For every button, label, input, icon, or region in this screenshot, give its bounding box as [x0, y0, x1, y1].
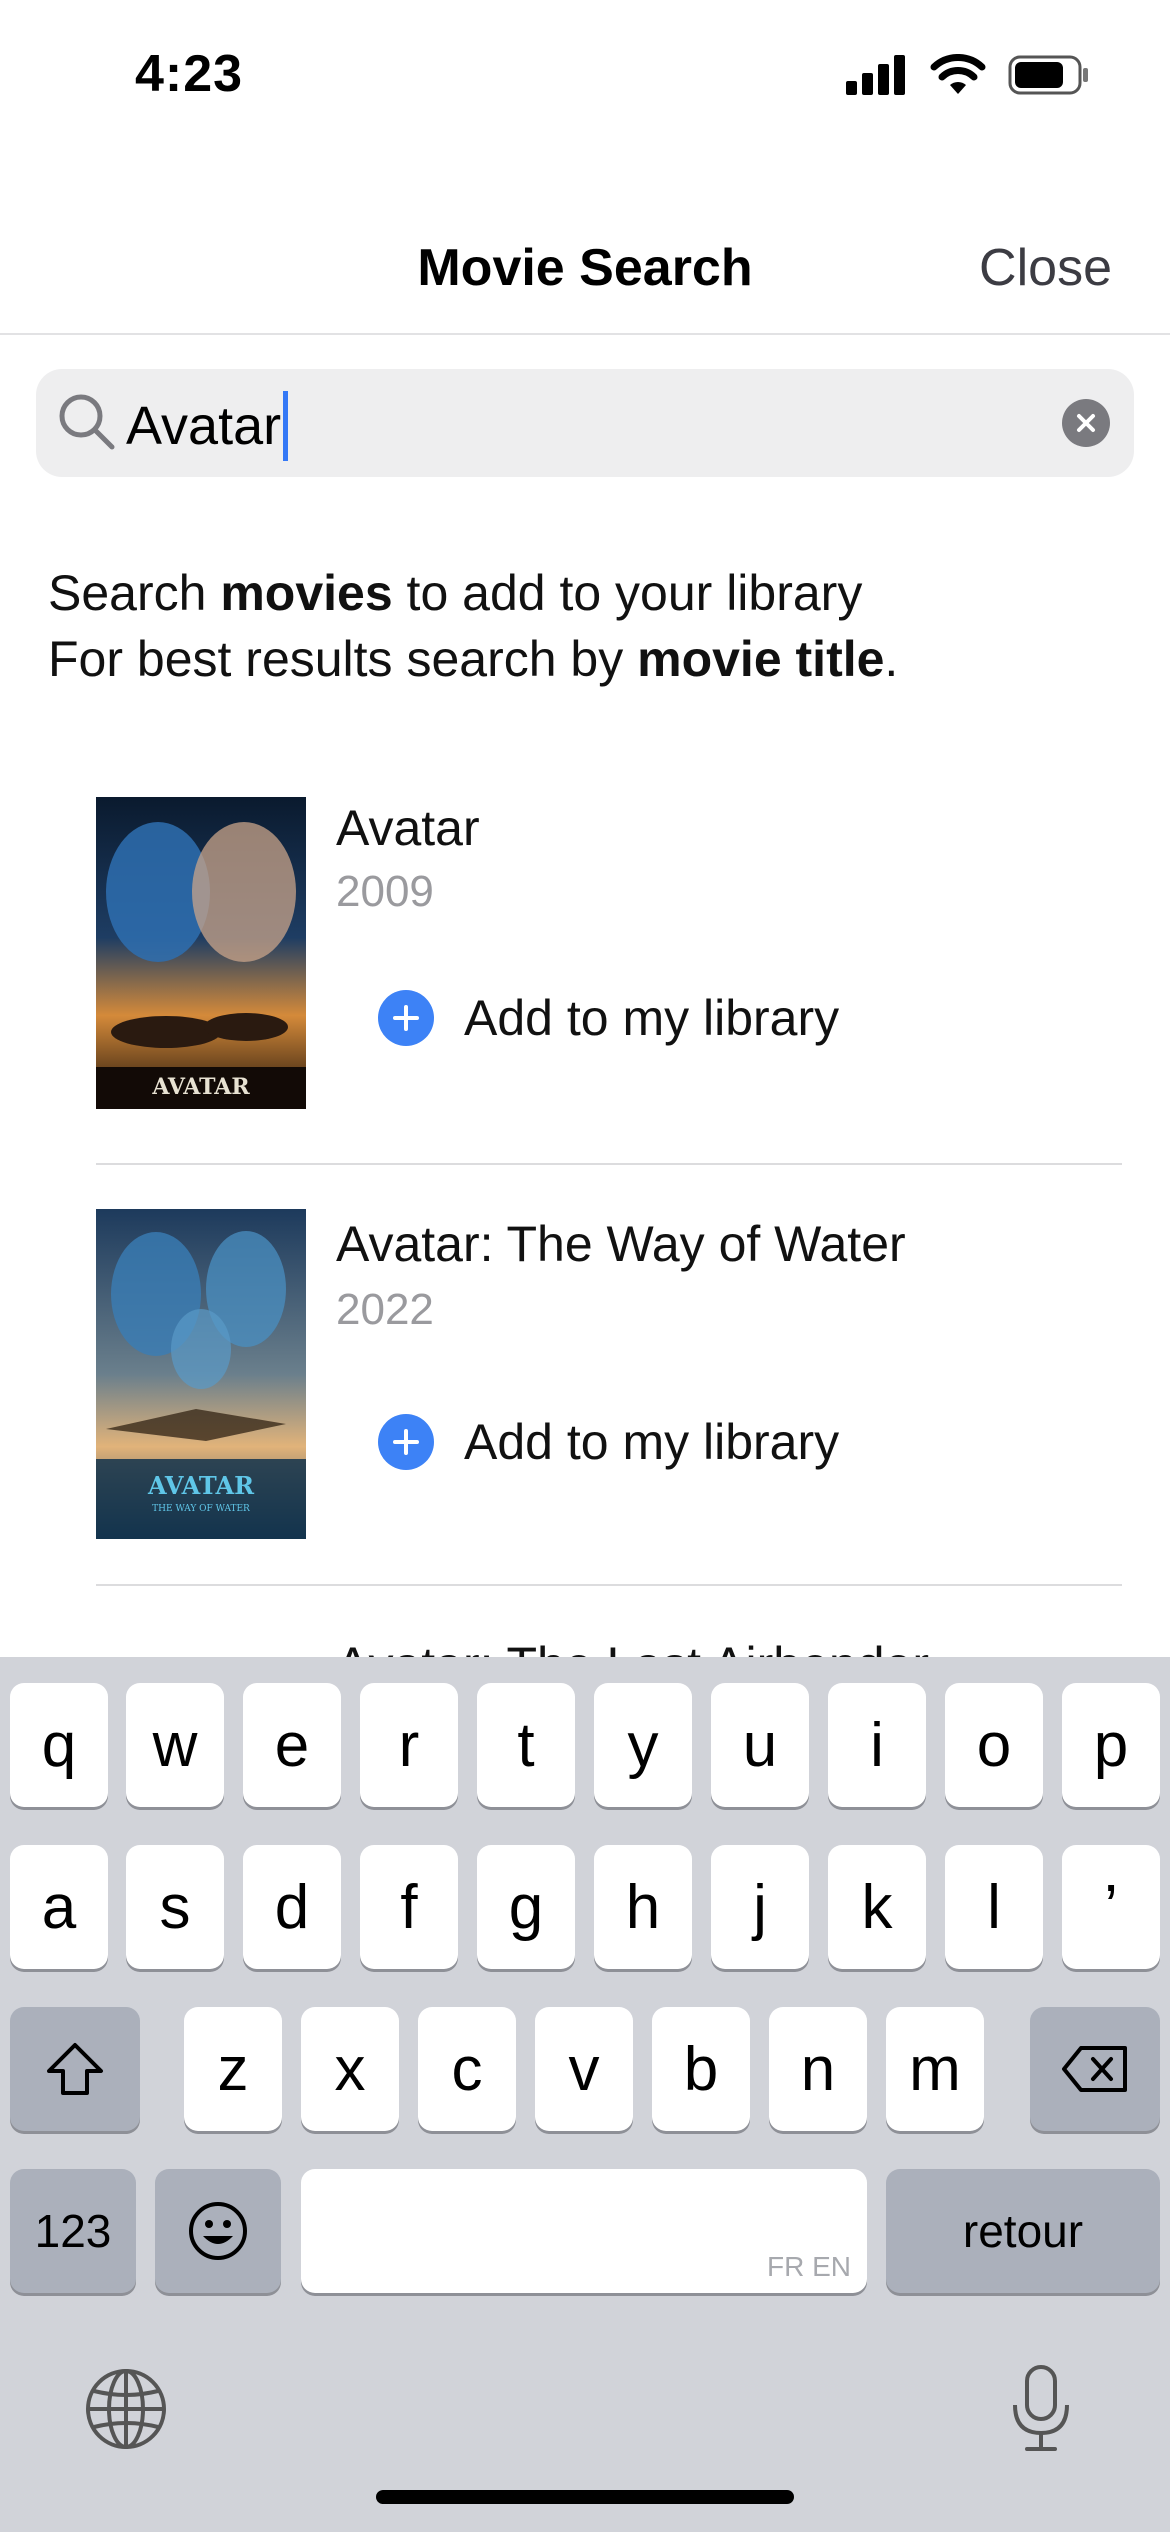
- globe-icon[interactable]: [84, 2367, 168, 2451]
- emoji-icon: [189, 2202, 247, 2260]
- key-t[interactable]: t: [477, 1683, 575, 1807]
- key-g[interactable]: g: [477, 1845, 575, 1969]
- search-bar[interactable]: Avatar: [36, 369, 1134, 477]
- status-time: 4:23: [135, 45, 244, 103]
- plus-icon: [378, 1414, 434, 1470]
- key-q[interactable]: q: [10, 1683, 108, 1807]
- poster-title: AVATAR: [147, 1471, 255, 1500]
- key-n[interactable]: n: [769, 2007, 867, 2131]
- key-m[interactable]: m: [886, 2007, 984, 2131]
- key-w[interactable]: w: [126, 1683, 224, 1807]
- divider: [96, 1163, 1122, 1165]
- key-l[interactable]: l: [945, 1845, 1043, 1969]
- add-to-library-button[interactable]: Add to my library: [378, 1413, 839, 1471]
- key-u[interactable]: u: [711, 1683, 809, 1807]
- key-apostrophe[interactable]: ’: [1062, 1845, 1160, 1969]
- list-item[interactable]: AVATAR Avatar 2009 Add to my library: [96, 797, 1122, 1109]
- add-to-library-button[interactable]: Add to my library: [378, 989, 839, 1047]
- emoji-key[interactable]: [155, 2169, 281, 2293]
- movie-year: 2009: [336, 867, 434, 916]
- backspace-icon: [1062, 2046, 1127, 2092]
- shift-key[interactable]: [10, 2007, 140, 2131]
- key-c[interactable]: c: [418, 2007, 516, 2131]
- movie-poster: AVATAR: [96, 797, 306, 1109]
- list-item[interactable]: Avatar: The Last Airbender: [96, 1636, 1122, 1657]
- instructions-text: Search: [48, 565, 221, 621]
- key-h[interactable]: h: [594, 1845, 692, 1969]
- key-d[interactable]: d: [243, 1845, 341, 1969]
- key-e[interactable]: e: [243, 1683, 341, 1807]
- text-cursor: [283, 391, 289, 461]
- key-x[interactable]: x: [301, 2007, 399, 2131]
- key-o[interactable]: o: [945, 1683, 1043, 1807]
- return-key[interactable]: retour: [886, 2169, 1160, 2293]
- divider: [96, 1584, 1122, 1586]
- instructions-text: .: [884, 631, 899, 687]
- key-v[interactable]: v: [535, 2007, 633, 2131]
- keyboard: q w e r t y u i o p a s d f g h j k l ’ …: [0, 1657, 1170, 2532]
- poster-title: AVATAR: [151, 1074, 250, 1100]
- instructions-line-1: Search movies to add to your library: [48, 560, 898, 626]
- key-b[interactable]: b: [652, 2007, 750, 2131]
- close-button[interactable]: Close: [979, 238, 1112, 298]
- search-input[interactable]: Avatar: [126, 391, 289, 461]
- add-to-library-label: Add to my library: [464, 990, 840, 1046]
- instructions-bold: movie title: [637, 631, 885, 687]
- instructions-line-2: For best results search by movie title.: [48, 626, 898, 692]
- key-j[interactable]: j: [711, 1845, 809, 1969]
- key-f[interactable]: f: [360, 1845, 458, 1969]
- add-to-library-label: Add to my library: [464, 1414, 840, 1470]
- key-r[interactable]: r: [360, 1683, 458, 1807]
- poster-subtitle: THE WAY OF WATER: [152, 1504, 250, 1514]
- status-bar: 4:23: [0, 0, 1170, 150]
- key-a[interactable]: a: [10, 1845, 108, 1969]
- movie-poster: AVATAR THE WAY OF WATER: [96, 1209, 306, 1539]
- key-y[interactable]: y: [594, 1683, 692, 1807]
- instructions-text: to add to your library: [392, 565, 863, 621]
- key-k[interactable]: k: [828, 1845, 926, 1969]
- instructions-text: For best results search by: [48, 631, 638, 687]
- clear-search-button[interactable]: [1062, 399, 1110, 447]
- cellular-signal-icon: [846, 55, 905, 95]
- movie-title: Avatar: The Way of Water: [336, 1216, 906, 1272]
- list-item[interactable]: AVATAR THE WAY OF WATER Avatar: The Way …: [96, 1209, 1122, 1539]
- plus-icon: [378, 990, 434, 1046]
- search-input-value: Avatar: [126, 396, 282, 456]
- key-s[interactable]: s: [126, 1845, 224, 1969]
- search-instructions: Search movies to add to your library For…: [48, 560, 898, 692]
- wifi-icon: [930, 54, 986, 94]
- search-icon: [59, 394, 115, 450]
- status-icons: [846, 54, 1090, 96]
- battery-icon: [1008, 55, 1088, 95]
- nav-header: Movie Search Close: [0, 200, 1170, 335]
- shift-icon: [47, 2043, 103, 2095]
- key-i[interactable]: i: [828, 1683, 926, 1807]
- movie-year: 2022: [336, 1285, 434, 1334]
- clear-icon: [1077, 414, 1095, 432]
- numbers-key[interactable]: 123: [10, 2169, 136, 2293]
- microphone-icon[interactable]: [1009, 2363, 1073, 2455]
- instructions-bold: movies: [220, 565, 393, 621]
- backspace-key[interactable]: [1030, 2007, 1160, 2131]
- key-z[interactable]: z: [184, 2007, 282, 2131]
- space-languages-label: FR EN: [767, 2251, 851, 2282]
- home-indicator: [376, 2490, 794, 2504]
- key-p[interactable]: p: [1062, 1683, 1160, 1807]
- movie-title: Avatar: The Last Airbender: [336, 1636, 929, 1657]
- movie-title: Avatar: [336, 800, 480, 856]
- space-key[interactable]: FR EN: [301, 2169, 867, 2293]
